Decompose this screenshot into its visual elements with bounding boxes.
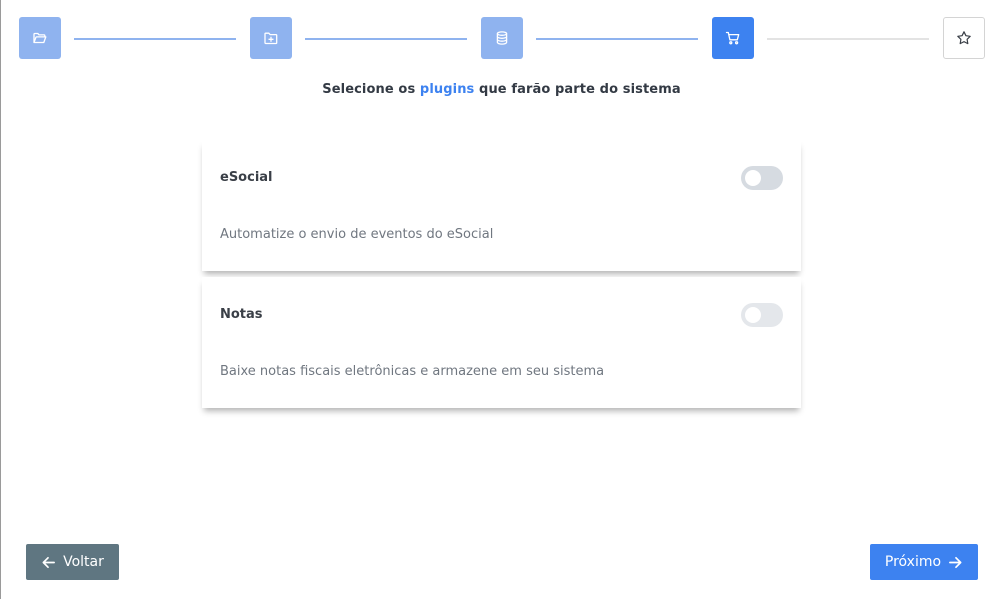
next-button-label: Próximo [884,554,942,570]
plugin-title: eSocial [220,170,273,185]
back-button-label: Voltar [63,554,104,570]
step-2-folder-plus[interactable] [250,17,292,59]
folder-plus-icon [264,32,278,45]
shopping-cart-icon [725,31,740,45]
star-icon [957,31,971,45]
plugin-description: Baixe notas fiscais eletrônicas e armaze… [220,364,605,379]
step-4-cart[interactable] [712,17,754,59]
plugin-card-notas: Notas Baixe notas fiscais eletrônicas e … [202,277,801,408]
plugin-description: Automatize o envio de eventos do eSocial [220,227,494,242]
step-1-folder[interactable] [19,17,61,59]
step-connector [767,38,929,40]
plugin-toggle-esocial[interactable] [741,166,783,190]
toggle-knob [745,170,761,186]
step-connector [74,38,236,40]
heading-highlight: plugins [419,82,475,97]
database-icon [496,31,508,45]
step-connector [536,38,698,40]
back-button[interactable]: Voltar [26,544,119,580]
page-heading: Selecione os plugins que farão parte do … [1,82,1001,97]
folder-open-icon [33,32,47,44]
next-button[interactable]: Próximo [870,544,978,580]
arrow-left-icon [42,556,56,568]
step-connector [305,38,467,40]
step-5-star[interactable] [943,17,985,59]
arrow-right-icon [949,556,962,568]
heading-prefix: Selecione os [322,82,416,97]
wizard-stepper [1,17,1001,61]
plugin-toggle-notas[interactable] [741,303,783,327]
step-3-database[interactable] [481,17,523,59]
heading-suffix: que farão parte do sistema [479,82,681,97]
plugin-card-esocial: eSocial Automatize o envio de eventos do… [202,140,801,271]
toggle-knob [745,307,761,323]
plugin-title: Notas [220,307,263,322]
